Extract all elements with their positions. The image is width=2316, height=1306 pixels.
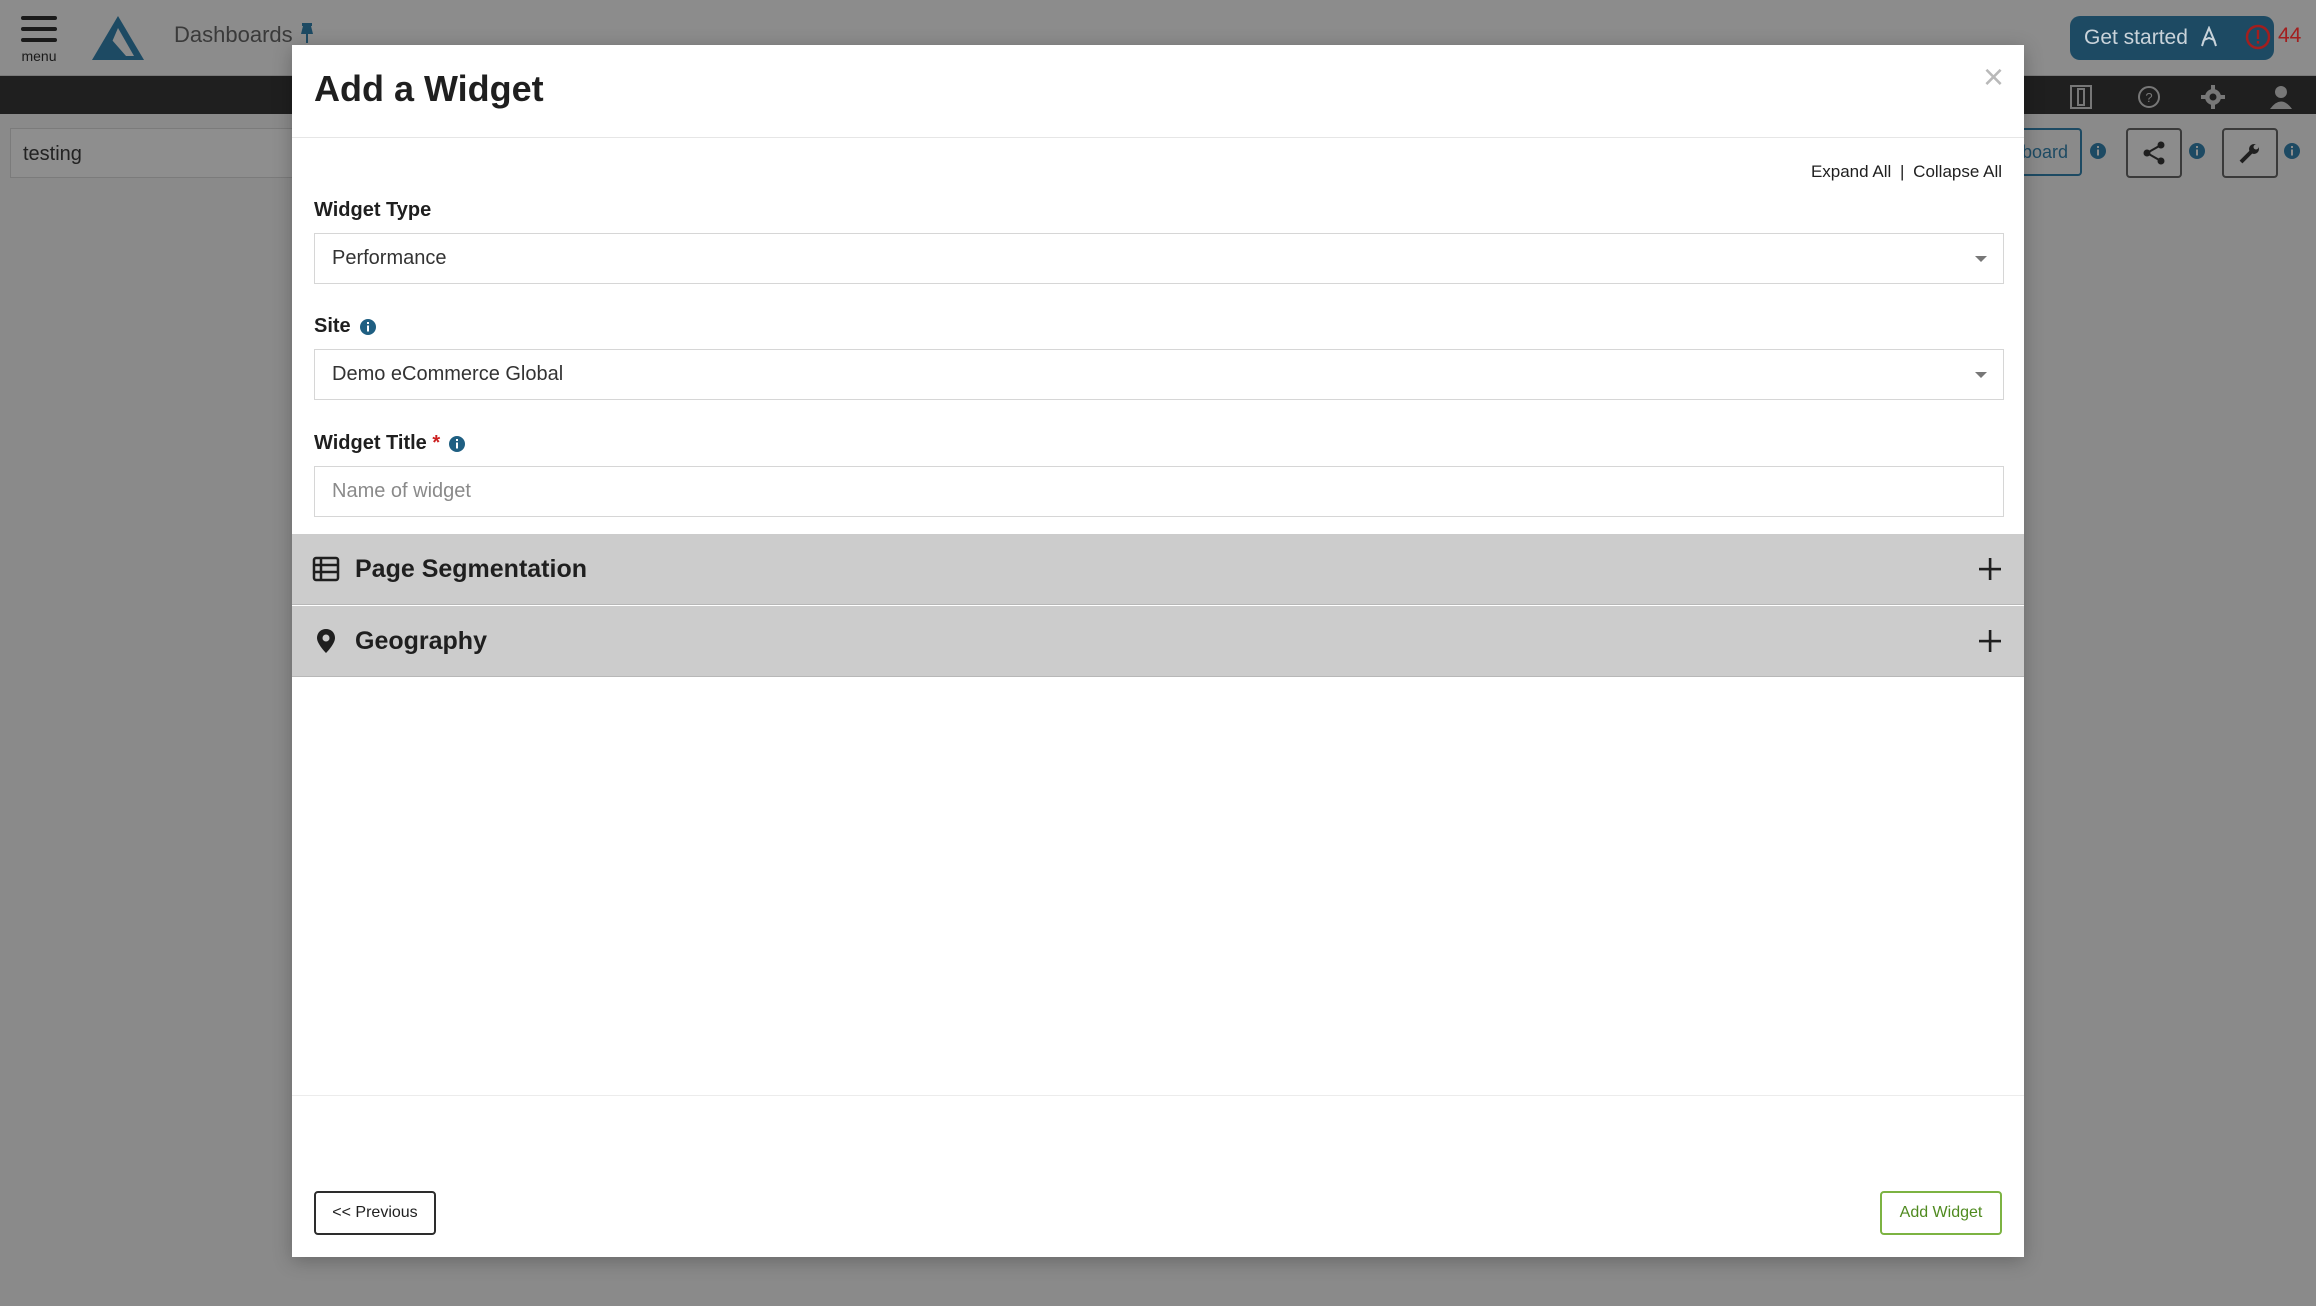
site-select[interactable]: Demo eCommerce Global: [314, 349, 2004, 400]
expand-collapse-controls: Expand All | Collapse All: [1811, 162, 2002, 182]
expand-all-link[interactable]: Expand All: [1811, 162, 1891, 181]
widget-title-input[interactable]: [314, 466, 2004, 517]
info-icon[interactable]: [2283, 142, 2301, 160]
section-geography[interactable]: Geography: [292, 606, 2024, 677]
pin-icon[interactable]: [298, 22, 316, 44]
map-marker-icon: [317, 629, 335, 653]
wrench-icon: [2239, 144, 2259, 164]
plus-icon[interactable]: [1978, 557, 2002, 581]
site-label-text: Site: [314, 315, 351, 337]
section-title: Geography: [355, 626, 487, 655]
site-label: Site: [314, 315, 377, 338]
site-value: Demo eCommerce Global: [332, 363, 564, 385]
film-icon[interactable]: [2068, 84, 2094, 110]
previous-button[interactable]: << Previous: [314, 1191, 436, 1235]
required-asterisk: *: [432, 432, 441, 454]
svg-text:?: ?: [2145, 90, 2152, 105]
widget-type-label-text: Widget Type: [314, 199, 432, 221]
widget-type-value: Performance: [332, 247, 447, 269]
widget-title-label-text: Widget Title *: [314, 432, 440, 455]
get-started-label: Get started: [2084, 26, 2188, 49]
help-icon[interactable]: ?: [2136, 84, 2162, 110]
share-icon: [2143, 141, 2165, 165]
chevron-down-icon: [1975, 372, 1987, 378]
close-button[interactable]: ×: [1983, 59, 2004, 95]
widget-type-label: Widget Type: [314, 199, 431, 222]
alert-count[interactable]: 44: [2278, 24, 2301, 48]
edit-dashboard-button[interactable]: [2222, 128, 2278, 178]
info-icon[interactable]: [2089, 142, 2107, 160]
info-icon[interactable]: [359, 318, 377, 336]
widget-title-label: Widget Title *: [314, 432, 466, 455]
plus-icon[interactable]: [1978, 629, 2002, 653]
separator: |: [1900, 162, 1905, 181]
add-widget-modal: Add a Widget × Expand All | Collapse All…: [292, 45, 2024, 1257]
menu-icon-bar: [21, 27, 57, 31]
menu-icon-bar: [21, 16, 57, 20]
breadcrumb-dashboards[interactable]: Dashboards: [174, 22, 293, 48]
share-button[interactable]: [2126, 128, 2182, 178]
modal-title: Add a Widget: [314, 68, 544, 109]
rocket-icon: [2200, 26, 2217, 47]
section-page-segmentation[interactable]: Page Segmentation: [292, 534, 2024, 605]
dashboard-name-field[interactable]: testing: [10, 128, 330, 178]
info-icon[interactable]: [448, 435, 466, 453]
chevron-down-icon: [1975, 256, 1987, 262]
info-icon[interactable]: [2188, 142, 2206, 160]
menu-button[interactable]: menu: [18, 16, 60, 70]
modal-header: Add a Widget ×: [292, 45, 2024, 138]
app-logo-icon[interactable]: [90, 14, 146, 62]
menu-label: menu: [21, 48, 57, 64]
menu-icon-bar: [21, 38, 57, 42]
gear-icon[interactable]: [2200, 84, 2226, 110]
user-icon[interactable]: [2268, 84, 2294, 110]
widget-type-select[interactable]: Performance: [314, 233, 2004, 284]
table-list-icon: [312, 556, 340, 582]
add-widget-button[interactable]: Add Widget: [1880, 1191, 2002, 1235]
get-started-button[interactable]: Get started: [2070, 16, 2274, 60]
collapse-all-link[interactable]: Collapse All: [1913, 162, 2002, 181]
alert-icon[interactable]: [2245, 24, 2271, 50]
footer-divider: [292, 1095, 2024, 1096]
section-title: Page Segmentation: [355, 554, 587, 583]
widget-title-label-words: Widget Title: [314, 432, 427, 454]
